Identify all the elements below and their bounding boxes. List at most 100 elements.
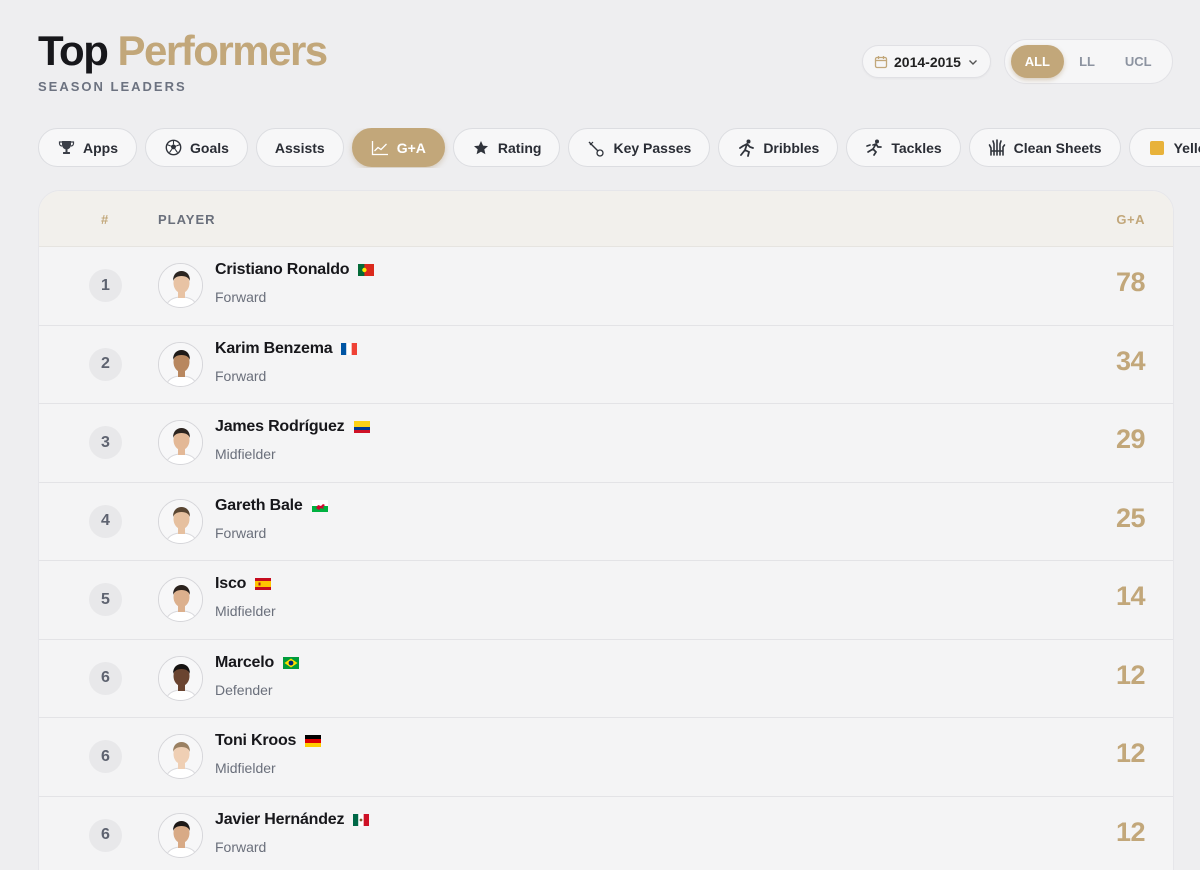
table-row[interactable]: 5 Isco Midfielder 14 [39,561,1173,640]
tab-label: Goals [190,139,229,156]
spain-flag-icon [255,578,272,590]
player-position: Forward [215,838,267,855]
rank-badge: 6 [89,818,122,852]
tab-assists[interactable]: Assists [255,128,344,167]
tab-yellows[interactable]: Yellows [1128,128,1200,167]
player-name-line: James Rodríguez [215,418,370,436]
player-position: Midfielder [215,760,276,776]
soccer-ball-icon [164,139,182,157]
stat-value: 12 [1115,659,1146,690]
rank-badge: 4 [89,504,122,538]
key-pass-icon [587,139,605,157]
player-name[interactable]: Marcelo [215,654,274,672]
table-row[interactable]: 2 Karim Benzema Forward 34 [39,326,1173,404]
page-subtitle: SEASON LEADERS [38,79,187,94]
competition-ll-button[interactable]: LL [1064,45,1111,78]
table-row[interactable]: 3 James Rodríguez Midfielder 29 [39,404,1173,483]
tab-label: Tackles [891,139,942,156]
player-name[interactable]: Toni Kroos [215,732,296,750]
player-position: Midfielder [215,603,276,619]
table-body: 1 Cristiano Ronaldo Forward 78 2 Karim B… [39,247,1173,870]
player-position: Forward [215,524,267,541]
rank-badge: 5 [89,583,122,616]
rank-badge: 6 [89,661,122,695]
player-position: Forward [215,367,267,384]
avatar [158,734,203,779]
player-name-line: Karim Benzema [215,340,358,358]
stat-value: 29 [1115,424,1146,454]
stat-value: 12 [1115,816,1146,847]
player-position: Forward [215,289,267,305]
tab-label: Assists [274,139,325,156]
rank-badge: 6 [89,740,122,773]
rank-badge: 2 [89,347,122,381]
title-word-top: Top [38,27,109,74]
title-word-performers: Performers [117,27,329,74]
tab-label: Apps [83,139,118,156]
competition-all-button[interactable]: ALL [1011,45,1064,78]
table-row[interactable]: 4 Gareth Bale Forward 25 [39,483,1173,561]
rank-badge: 1 [89,269,122,302]
tab-goals[interactable]: Goals [145,128,248,167]
tab-label: G+A [396,139,426,156]
player-position: Defender [215,681,273,698]
player-name[interactable]: James Rodríguez [215,418,345,436]
tab-g-plus-a[interactable]: G+A [351,128,445,167]
germany-flag-icon [305,735,322,747]
yellow-card-icon [1148,139,1166,157]
brazil-flag-icon [283,656,300,669]
stat-value: 78 [1115,267,1146,297]
player-name[interactable]: Javier Hernández [215,811,345,829]
tab-label: Yellows [1173,139,1200,156]
column-header-rank: # [101,212,110,227]
player-name[interactable]: Cristiano Ronaldo [215,261,350,279]
runner-icon [737,139,755,157]
competition-ucl-button[interactable]: UCL [1110,45,1166,78]
stat-value: 14 [1115,581,1146,611]
tab-apps[interactable]: Apps [38,128,137,167]
star-icon [472,139,490,157]
column-header-player: PLAYER [158,212,216,227]
tab-label: Key Passes [613,139,692,156]
player-name[interactable]: Gareth Bale [215,497,303,515]
calendar-icon [874,55,888,69]
avatar [158,812,203,858]
stat-value: 25 [1115,502,1146,533]
mexico-flag-icon [353,813,370,826]
stat-tabs: Apps Goals Assists G+A Rating Key Passes… [38,128,1200,168]
tab-label: Clean Sheets [1013,139,1102,156]
table-row[interactable]: 6 Toni Kroos Midfielder 12 [39,718,1173,797]
leaderboard-table: # PLAYER G+A 1 Cristiano Ronaldo Forward… [38,190,1174,870]
tab-rating[interactable]: Rating [452,128,561,167]
wales-flag-icon [311,499,328,512]
table-row[interactable]: 6 Marcelo Defender 12 [39,640,1173,718]
player-name[interactable]: Isco [215,575,246,593]
rank-badge: 3 [89,426,122,459]
france-flag-icon [341,342,358,355]
tackle-icon [865,139,883,157]
tab-label: Rating [497,139,542,156]
player-name-line: Gareth Bale [215,497,328,515]
player-name-line: Cristiano Ronaldo [215,261,375,279]
tab-label: Dribbles [763,139,820,156]
avatar [158,341,203,387]
table-row[interactable]: 6 Javier Hernández Forward 12 [39,797,1173,870]
avatar [158,420,203,465]
table-header: # PLAYER G+A [39,191,1173,247]
player-position: Midfielder [215,446,276,462]
player-name[interactable]: Karim Benzema [215,340,333,358]
season-select[interactable]: 2014-2015 [862,45,991,78]
tab-clean-sheets[interactable]: Clean Sheets [968,128,1121,167]
avatar [158,263,203,308]
player-name-line: Javier Hernández [215,811,370,829]
portugal-flag-icon [358,264,375,276]
tab-key-passes[interactable]: Key Passes [568,128,711,167]
tab-tackles[interactable]: Tackles [846,128,961,167]
trend-chart-icon [371,139,389,157]
page-title: Top Performers [38,26,329,76]
avatar [158,498,203,544]
player-name-line: Marcelo [215,654,300,672]
table-row[interactable]: 1 Cristiano Ronaldo Forward 78 [39,247,1173,326]
tab-dribbles[interactable]: Dribbles [718,128,839,167]
avatar [158,577,203,622]
